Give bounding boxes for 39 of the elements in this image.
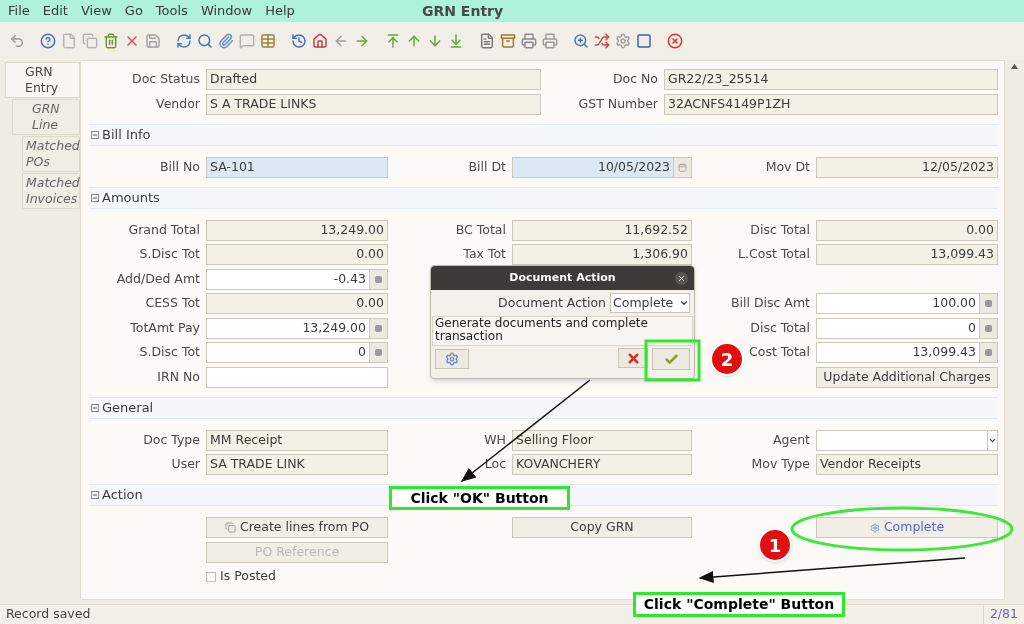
field-label: WH xyxy=(484,430,506,449)
field-label: Vendor xyxy=(156,94,200,113)
callout-tooltip: Click "OK" Button xyxy=(389,486,570,510)
field-label: Cost Total xyxy=(749,343,810,362)
field-label: Bill Disc Amt xyxy=(730,294,810,313)
field-label: Doc Type xyxy=(143,430,200,449)
field-label: Loc xyxy=(484,455,506,474)
field-label: TotAmt Pay xyxy=(130,318,200,337)
field-label: S.Disc Tot xyxy=(139,245,200,264)
window-title: GRN Entry xyxy=(422,1,504,21)
field-label: Disc Total xyxy=(750,220,810,239)
field-label: S.Disc Tot xyxy=(139,343,200,362)
record-count: 2/81 xyxy=(982,605,1024,624)
field-label: GST Number xyxy=(578,94,658,113)
field-label: Document Action xyxy=(498,293,606,312)
field-label: Tax Tot xyxy=(463,245,506,264)
field-label: CESS Tot xyxy=(145,294,200,313)
section-title: Bill Info xyxy=(102,125,151,144)
field-label: IRN No xyxy=(157,367,200,386)
section-title: Action xyxy=(102,486,143,505)
field-label: BC Total xyxy=(455,220,506,239)
section-title: Amounts xyxy=(102,188,160,207)
field-label: Bill Dt xyxy=(468,157,506,176)
field-label: L.Cost Total xyxy=(738,245,810,264)
description-text: Generate documents and complete transaction xyxy=(432,316,693,346)
field-label: Grand Total xyxy=(128,220,200,239)
checkbox-label: Is Posted xyxy=(220,567,276,586)
section-title: General xyxy=(102,398,154,417)
dialog-title: Document Action xyxy=(509,269,616,286)
field-label: Mov Dt xyxy=(765,157,810,176)
field-label: Agent xyxy=(773,430,810,449)
field-label: Mov Type xyxy=(751,455,810,474)
callout-tooltip: Click "Complete" Button xyxy=(633,592,845,617)
field-label: Add/Ded Amt xyxy=(116,269,200,288)
field-label: Doc Status xyxy=(132,70,200,89)
field-label: Bill No xyxy=(160,157,200,176)
field-label: Disc Total xyxy=(750,318,810,337)
field-label: User xyxy=(171,455,200,474)
field-label: Doc No xyxy=(612,70,658,89)
